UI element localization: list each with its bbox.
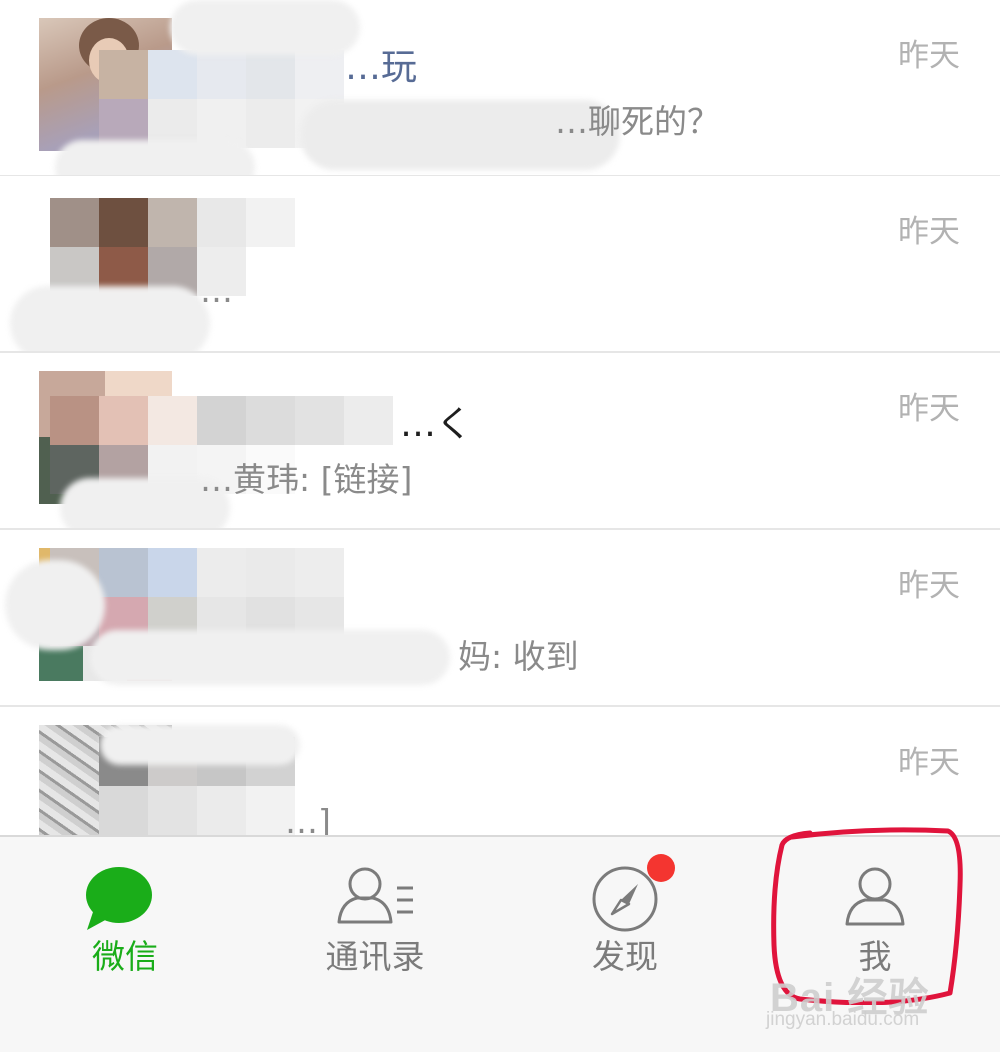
chat-time: 昨天 — [898, 214, 960, 250]
chat-row[interactable]: …く …黄玮: [链接] 昨天 — [0, 353, 1000, 538]
chat-time: 昨天 — [898, 745, 960, 781]
privacy-smudge — [90, 630, 450, 685]
chat-time: 昨天 — [898, 568, 960, 604]
tab-label: 发现 — [592, 937, 658, 976]
chat-name: …玩 — [345, 47, 418, 88]
tab-contacts[interactable]: 通讯录 — [250, 837, 500, 1052]
chat-name: …く — [400, 404, 473, 445]
notification-dot — [647, 854, 675, 882]
privacy-smudge — [5, 560, 105, 650]
chat-preview: …聊死的？ — [555, 102, 720, 141]
privacy-smudge — [10, 286, 210, 361]
tab-wechat[interactable]: 微信 — [0, 837, 250, 1052]
chat-row[interactable]: 妈: 收到 昨天 — [0, 530, 1000, 707]
chat-list: …玩 …聊死的？ 昨天 … 昨天 …く …黄玮: [链接] 昨天 妈: 收到 昨… — [0, 0, 1000, 835]
baidu-watermark: Bai 经验 jingyan.baidu.com — [766, 965, 995, 1035]
chat-time: 昨天 — [898, 38, 960, 74]
tab-discover[interactable]: 发现 — [500, 837, 750, 1052]
tab-label: 微信 — [92, 937, 158, 976]
wechat-screen: …玩 …聊死的？ 昨天 … 昨天 …く …黄玮: [链接] 昨天 妈: 收到 昨… — [0, 0, 1000, 1052]
watermark-url: jingyan.baidu.com — [766, 1009, 920, 1030]
chat-row[interactable]: … 昨天 — [0, 176, 1000, 361]
privacy-smudge — [100, 725, 300, 765]
chat-row[interactable]: …] 昨天 — [0, 707, 1000, 835]
chat-bubble-icon — [86, 867, 152, 930]
tab-label: 通讯录 — [325, 937, 425, 976]
chat-preview: …] — [285, 802, 331, 835]
chat-preview: …黄玮: [链接] — [200, 460, 413, 499]
chat-preview: … — [200, 271, 233, 310]
privacy-smudge — [170, 0, 360, 55]
chat-row[interactable]: …玩 …聊死的？ 昨天 — [0, 0, 1000, 195]
chat-preview: 妈: 收到 — [458, 637, 579, 676]
contacts-icon — [337, 867, 413, 924]
chat-time: 昨天 — [898, 391, 960, 427]
